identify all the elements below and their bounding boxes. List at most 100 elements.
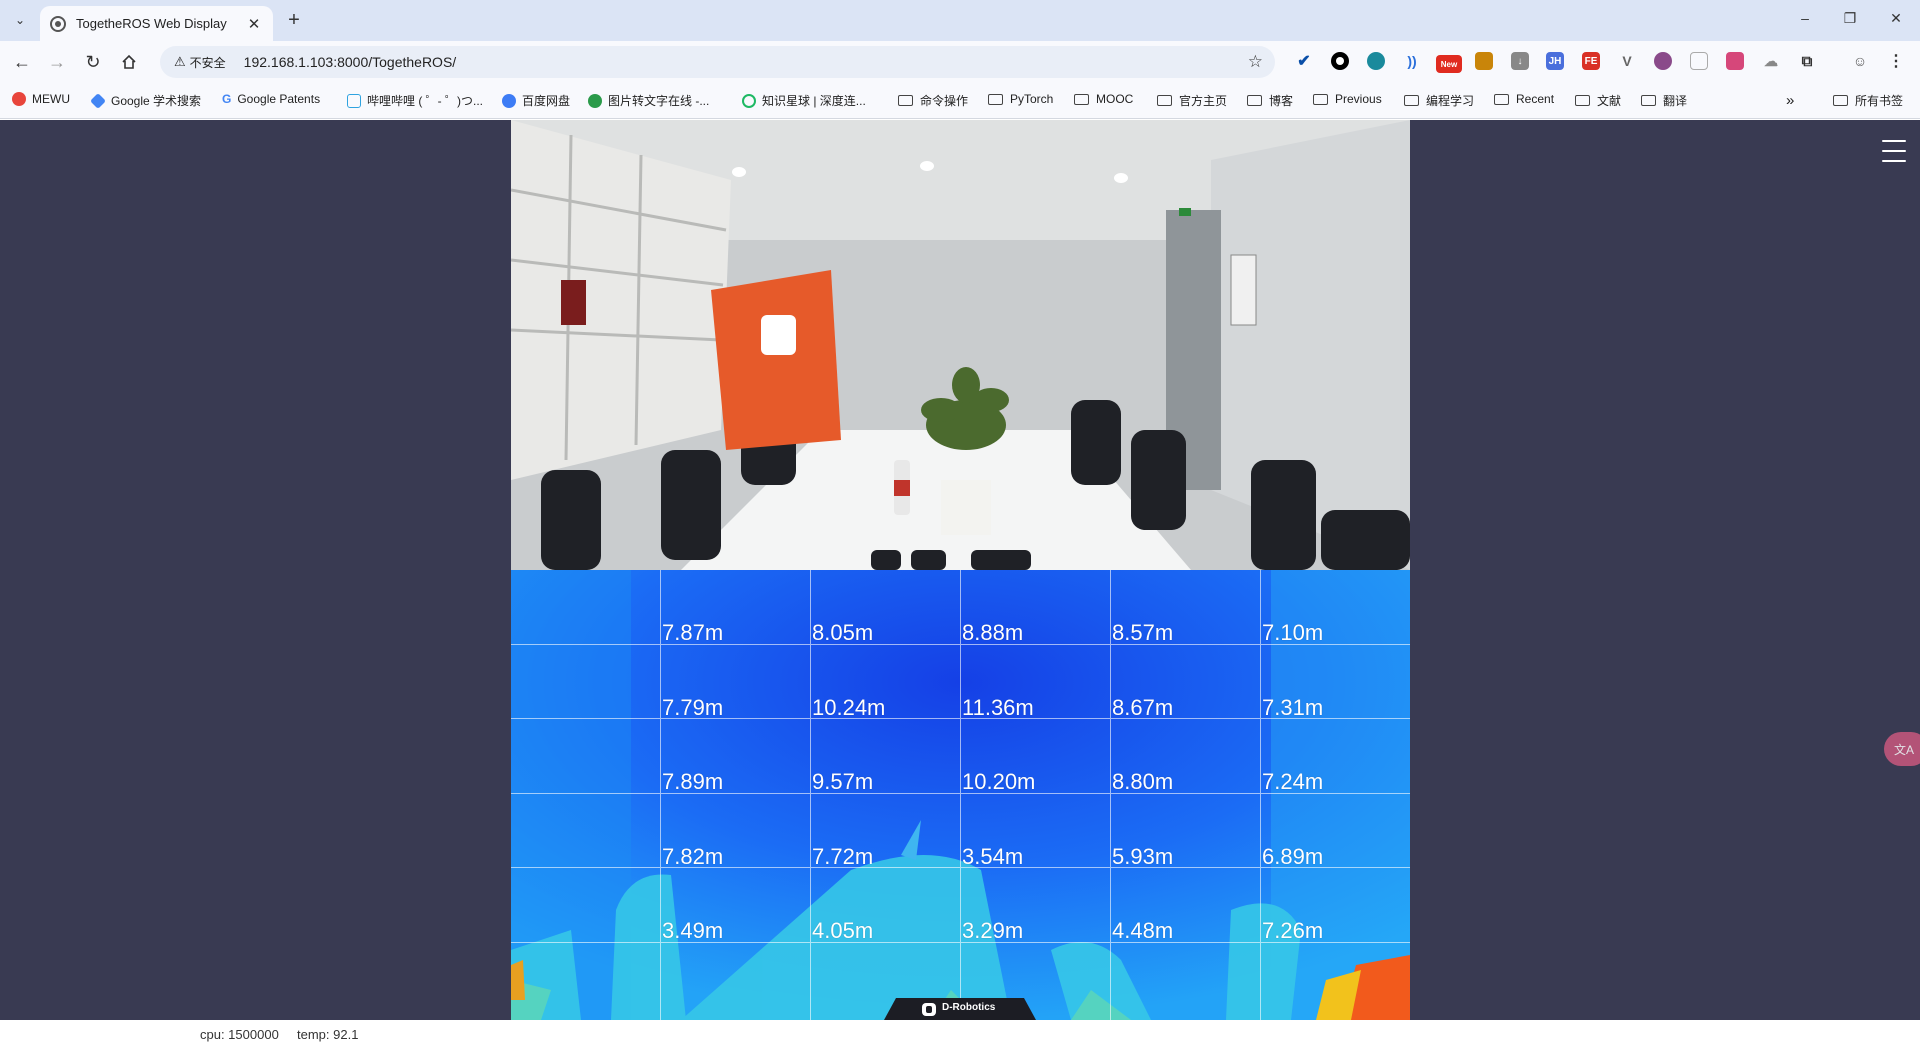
- jh-extension-icon[interactable]: JH: [1546, 52, 1564, 70]
- tab-title: TogetheROS Web Display: [76, 16, 227, 31]
- baidu-icon: [502, 93, 516, 108]
- folder-icon: [1494, 93, 1509, 105]
- fe-extension-icon[interactable]: FE: [1582, 52, 1600, 70]
- bookmark-folder-pytorch[interactable]: PyTorch: [988, 92, 1053, 106]
- bookmark-folder-translate[interactable]: 翻译: [1641, 92, 1687, 109]
- bookmark-scholar[interactable]: Google 学术搜索: [90, 92, 201, 109]
- depth-value-label: 8.88m: [962, 620, 1024, 645]
- translate-float-button[interactable]: 文A: [1884, 732, 1920, 766]
- bookmarks-overflow-button[interactable]: »: [1786, 92, 1794, 109]
- depth-value-label: 11.36m: [962, 694, 1034, 720]
- depth-value-label: 8.05m: [812, 620, 874, 645]
- folder-icon: [1833, 95, 1848, 106]
- purple-extension-icon[interactable]: [1654, 52, 1672, 70]
- bookmark-folder-commands[interactable]: 命令操作: [898, 92, 968, 109]
- bookmark-zsxq[interactable]: 知识星球 | 深度连...: [742, 92, 866, 109]
- bilibili-icon: [347, 93, 361, 108]
- profile-icon[interactable]: ☺: [1851, 52, 1869, 70]
- depth-value-label: 8.57m: [1112, 620, 1174, 645]
- folder-icon: [898, 95, 913, 106]
- folder-icon: [1404, 95, 1419, 106]
- all-bookmarks-button[interactable]: 所有书签: [1833, 92, 1903, 109]
- depth-value-label: 10.20m: [962, 769, 1036, 794]
- reload-button[interactable]: ↻: [81, 50, 105, 74]
- bookmark-star-icon[interactable]: ☆: [1248, 52, 1263, 72]
- browser-toolbar: ← → ↻ ⚠ 不安全 192.168.1.103:8000/TogetheRO…: [0, 41, 1920, 83]
- depth-value-label: 7.82m: [662, 843, 724, 869]
- bookmark-mewu[interactable]: MEWU: [12, 92, 70, 106]
- home-button[interactable]: [117, 50, 141, 74]
- new-badge-extension-icon[interactable]: New: [1436, 55, 1462, 73]
- depth-value-label: 3.49m: [662, 918, 724, 943]
- depth-value-label: 4.05m: [812, 918, 874, 943]
- tab-search-button[interactable]: ⌄: [8, 8, 32, 32]
- bookmark-folder-previous[interactable]: Previous: [1313, 92, 1382, 106]
- scholar-icon: [90, 92, 106, 109]
- depth-value-label: 4.48m: [1112, 918, 1174, 943]
- forward-button[interactable]: →: [45, 50, 69, 74]
- url-text[interactable]: 192.168.1.103:8000/TogetheROS/: [244, 54, 457, 70]
- depth-value-label: 7.24m: [1262, 769, 1324, 794]
- depth-value-label: 7.89m: [662, 769, 724, 794]
- camera-image: [511, 120, 1410, 570]
- address-bar[interactable]: ⚠ 不安全 192.168.1.103:8000/TogetheROS/ ☆: [160, 46, 1275, 78]
- folder-icon: [1313, 93, 1328, 105]
- depth-value-label: 9.57m: [812, 769, 874, 794]
- ocr-icon: [588, 93, 602, 108]
- depth-value-label: 8.67m: [1112, 694, 1174, 720]
- tab-close-icon[interactable]: ✕: [245, 15, 263, 33]
- depth-value-label: 6.89m: [1262, 843, 1324, 869]
- web-display-page: 7.87m 8.05m 8.88m 8.57m 7.10m 7.79m 10.24m 11.3…: [0, 120, 1920, 1020]
- google-icon: G: [222, 92, 232, 106]
- vpn-extension-icon[interactable]: ✔: [1295, 52, 1313, 70]
- active-tab[interactable]: TogetheROS Web Display ✕: [40, 6, 273, 41]
- minimize-button[interactable]: –: [1794, 10, 1816, 26]
- back-button[interactable]: ←: [10, 50, 34, 74]
- depth-image: 7.87m 8.05m 8.88m 8.57m 7.10m 7.79m 10.24m 11.3…: [511, 570, 1410, 1020]
- folder-icon: [1247, 95, 1262, 106]
- depth-value-label: 7.31m: [1262, 694, 1324, 720]
- folder-icon: [988, 93, 1003, 105]
- bookmark-patents[interactable]: G Google Patents: [222, 92, 320, 106]
- depth-value-label: 7.26m: [1262, 918, 1324, 943]
- hamburger-menu-icon[interactable]: [1882, 140, 1906, 162]
- book-extension-icon[interactable]: [1475, 52, 1493, 70]
- restore-button[interactable]: ❐: [1839, 10, 1861, 27]
- depth-value-label: 7.87m: [662, 620, 724, 645]
- new-tab-button[interactable]: +: [283, 9, 305, 31]
- translate-extension-icon[interactable]: [1726, 52, 1744, 70]
- bookmark-folder-blog[interactable]: 博客: [1247, 92, 1293, 109]
- warning-icon: ⚠: [174, 54, 186, 69]
- d-robotics-logo: D-Robotics: [884, 998, 1036, 1020]
- bookmark-folder-official[interactable]: 官方主页: [1157, 92, 1227, 109]
- bookmark-folder-mooc[interactable]: MOOC: [1074, 92, 1133, 106]
- close-window-button[interactable]: ✕: [1885, 10, 1907, 27]
- vue-extension-icon[interactable]: V: [1618, 52, 1636, 70]
- bookmark-folder-recent[interactable]: Recent: [1494, 92, 1554, 106]
- bookmark-bilibili[interactable]: 哔哩哔哩 ( ゜- ゜)つ...: [347, 92, 483, 109]
- depth-value-label: 3.54m: [962, 843, 1024, 869]
- sound-extension-icon[interactable]: )): [1403, 52, 1421, 70]
- depth-value-label: 3.29m: [962, 918, 1024, 943]
- folder-icon: [1157, 95, 1172, 106]
- security-chip[interactable]: ⚠ 不安全: [168, 50, 232, 75]
- home-icon: [122, 54, 136, 69]
- download-extension-icon[interactable]: ↓: [1511, 52, 1529, 70]
- temp-status: temp: 92.1: [297, 1027, 359, 1042]
- depth-value-label: 7.79m: [662, 694, 724, 720]
- globe-extension-icon[interactable]: [1367, 52, 1385, 70]
- bookmark-folder-papers[interactable]: 文献: [1575, 92, 1621, 109]
- status-bar: cpu: 1500000 temp: 92.1: [0, 1020, 1920, 1048]
- copy-extension-icon[interactable]: [1690, 52, 1708, 70]
- bookmark-folder-coding[interactable]: 编程学习: [1404, 92, 1474, 109]
- bookmarks-bar: MEWU Google 学术搜索 G Google Patents 哔哩哔哩 ( …: [0, 83, 1920, 119]
- bookmark-ocr[interactable]: 图片转文字在线 -...: [588, 92, 709, 109]
- cpu-status: cpu: 1500000: [200, 1027, 279, 1042]
- circle-extension-icon[interactable]: [1331, 52, 1349, 70]
- chevron-down-icon: ⌄: [14, 13, 26, 27]
- bookmark-baidupan[interactable]: 百度网盘: [502, 92, 570, 109]
- kebab-menu-icon[interactable]: ⋮: [1887, 52, 1905, 70]
- folder-icon: [1074, 93, 1089, 105]
- wechat-extension-icon[interactable]: ☁: [1762, 52, 1780, 70]
- extensions-puzzle-icon[interactable]: ⧉: [1798, 52, 1816, 70]
